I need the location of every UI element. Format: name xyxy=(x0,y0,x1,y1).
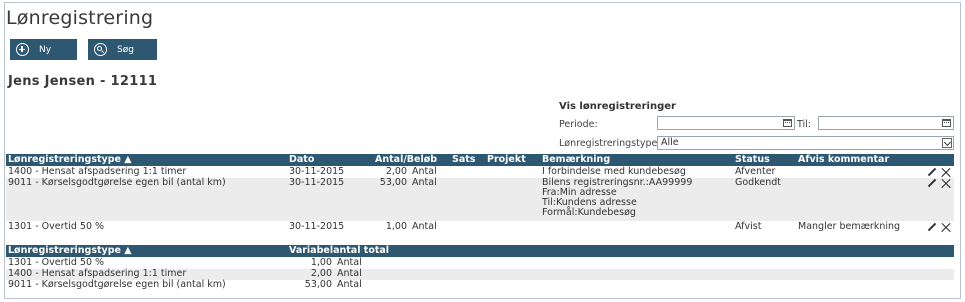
row-amount: 1,00 xyxy=(385,221,407,232)
to-label: Til: xyxy=(797,119,811,130)
filters-title: Vis lønregistreringer xyxy=(559,101,676,112)
row-unit: Antal xyxy=(412,221,437,232)
col-type-header[interactable]: Lønregistreringstype ▲ xyxy=(8,245,132,257)
row-amount: 53,00 xyxy=(379,177,407,188)
row-unit: Antal xyxy=(337,279,362,290)
search-icon xyxy=(94,43,107,56)
row-unit: Antal xyxy=(337,268,362,279)
period-to-input[interactable] xyxy=(818,116,954,130)
row-status: Godkendt xyxy=(735,177,781,188)
page-title: Lønregistrering xyxy=(6,7,154,29)
row-date: 30-11-2015 xyxy=(289,166,345,177)
col-type-header[interactable]: Lønregistreringstype ▲ xyxy=(8,154,132,166)
period-label: Periode: xyxy=(559,119,598,130)
delete-x-icon[interactable] xyxy=(940,178,952,189)
col-rate-header[interactable]: Sats xyxy=(452,154,475,166)
delete-x-icon[interactable] xyxy=(940,167,952,178)
plus-icon xyxy=(16,43,29,56)
row-unit: Antal xyxy=(412,177,437,188)
period-from-input[interactable] xyxy=(657,116,795,130)
type-select-value: Alle xyxy=(661,137,679,148)
row-unit: Antal xyxy=(337,257,362,268)
row-status: Afventer xyxy=(735,166,776,177)
registrations-table-header: Lønregistreringstype ▲ Dato Antal/Beløb … xyxy=(6,154,954,166)
col-project-header[interactable]: Projekt xyxy=(487,154,526,166)
calendar-icon[interactable] xyxy=(942,119,951,127)
col-total-header[interactable]: Variabelantal total xyxy=(289,245,389,257)
row-status: Afvist xyxy=(735,221,762,232)
row-amount: 2,00 xyxy=(385,166,407,177)
col-reject-comment-header[interactable]: Afvis kommentar xyxy=(798,154,889,166)
calendar-icon[interactable] xyxy=(783,119,792,127)
row-unit: Antal xyxy=(412,166,437,177)
col-amount-header[interactable]: Antal/Beløb xyxy=(375,154,437,166)
row-total: 2,00 xyxy=(310,268,332,279)
row-reject-comment: Mangler bemærkning xyxy=(798,221,901,232)
col-date-header[interactable]: Dato xyxy=(289,154,314,166)
new-button-label: Ny xyxy=(39,44,52,55)
employee-heading: Jens Jensen - 12111 xyxy=(8,74,158,89)
row-type: 9011 - Kørselsgodtgørelse egen bil (anta… xyxy=(8,177,226,188)
row-type: 1301 - Overtid 50 % xyxy=(8,221,105,232)
type-label: Lønregistreringstype: xyxy=(559,138,661,149)
table-row[interactable]: 9011 - Kørselsgodtgørelse egen bil (anta… xyxy=(6,177,954,221)
new-button[interactable]: Ny xyxy=(10,39,77,60)
edit-pencil-icon[interactable] xyxy=(926,222,938,233)
row-type: 1400 - Hensat afspadsering 1:1 timer xyxy=(8,268,187,279)
row-remark: I forbindelse med kundebesøg xyxy=(542,166,686,177)
search-button-label: Søg xyxy=(117,44,134,55)
row-total: 1,00 xyxy=(310,257,332,268)
table-row[interactable]: 1301 - Overtid 50 % 30-11-2015 1,00 Anta… xyxy=(6,221,954,234)
table-row: 9011 - Kørselsgodtgørelse egen bil (anta… xyxy=(6,279,954,291)
delete-x-icon[interactable] xyxy=(940,222,952,233)
col-remark-header[interactable]: Bemærkning xyxy=(542,154,610,166)
row-date: 30-11-2015 xyxy=(289,177,345,188)
row-date: 30-11-2015 xyxy=(289,221,345,232)
edit-pencil-icon[interactable] xyxy=(926,167,938,178)
row-type: 1301 - Overtid 50 % xyxy=(8,257,105,268)
type-select[interactable]: Alle xyxy=(657,136,954,150)
chevron-down-icon[interactable] xyxy=(942,138,952,148)
row-type: 9011 - Kørselsgodtgørelse egen bil (anta… xyxy=(8,279,226,290)
edit-pencil-icon[interactable] xyxy=(926,178,938,189)
search-button[interactable]: Søg xyxy=(88,39,157,60)
row-remark-line: Formål:Kundebesøg xyxy=(542,207,636,218)
totals-table-header: Lønregistreringstype ▲ Variabelantal tot… xyxy=(6,245,954,257)
row-type: 1400 - Hensat afspadsering 1:1 timer xyxy=(8,166,187,177)
row-total: 53,00 xyxy=(304,279,332,290)
col-status-header[interactable]: Status xyxy=(735,154,770,166)
